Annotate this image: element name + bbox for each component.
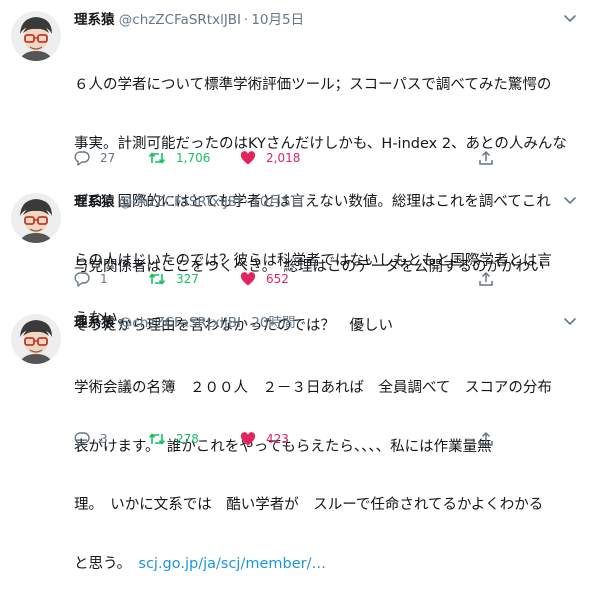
like-count: 2,018 [266, 151, 301, 165]
display-name[interactable]: 理系猿 [74, 12, 115, 28]
reply-count: 1 [100, 272, 108, 286]
reply-icon [74, 151, 90, 166]
like-count: 423 [266, 432, 289, 446]
tweet-3[interactable]: 理系猿 @chzZCFaSRtxlJBI · 20時間 学術会議の名簿 ２００人 ２… [0, 303, 591, 572]
share-icon [479, 271, 493, 286]
tweet-text-line: 学術会議の名簿 ２００人 ２－３日あれば 全員調べて スコアの分布 [74, 380, 552, 396]
avatar[interactable] [11, 314, 61, 364]
avatar[interactable] [11, 11, 61, 61]
reply-button[interactable]: 3 [74, 429, 108, 449]
reply-count: 27 [100, 151, 116, 165]
tweet-text-line: 理。 いかに文系では 酷い学者が スルーで任命されてるかよくわかる [74, 497, 544, 513]
reply-button[interactable]: 27 [74, 148, 115, 168]
display-name[interactable]: 理系猿 [74, 315, 115, 331]
tweet-text-line: と思う。 [74, 555, 139, 572]
like-button[interactable]: 652 [240, 269, 289, 289]
retweet-button[interactable]: 1,706 [148, 148, 210, 168]
tweet-header: 理系猿 @chzZCFaSRtxlJBI · 20時間 [74, 314, 296, 332]
tweet-2[interactable]: 理系猿 @chzZCFaSRtxlJBI · 10月5日 与党関係者はここをつくべき… [0, 182, 591, 334]
tweet-text-line: ６人の学者について標準学術評価ツール；スコーパスで調べてみた驚愕の [74, 77, 552, 93]
retweet-icon [148, 433, 166, 445]
retweet-button[interactable]: 278 [148, 429, 199, 449]
retweet-icon [148, 152, 166, 164]
separator-dot: · [244, 315, 249, 331]
tweet-actions: 27 1,706 2,018 [74, 148, 574, 168]
avatar-icon [11, 193, 61, 243]
separator-dot: · [244, 12, 249, 28]
caret-down-icon[interactable] [563, 14, 577, 24]
heart-icon [240, 151, 256, 165]
timestamp[interactable]: 10月5日 [251, 12, 304, 28]
caret-down-icon[interactable] [563, 317, 577, 327]
tweet-header: 理系猿 @chzZCFaSRtxlJBI · 10月5日 [74, 11, 304, 29]
reply-icon [74, 272, 90, 287]
avatar[interactable] [11, 193, 61, 243]
reply-count: 3 [100, 432, 108, 446]
display-name[interactable]: 理系猿 [74, 194, 115, 210]
retweet-button[interactable]: 327 [148, 269, 199, 289]
user-handle[interactable]: @chzZCFaSRtxlJBI [119, 315, 241, 331]
tweet-actions: 3 278 423 [74, 429, 574, 449]
reply-icon [74, 432, 90, 447]
share-button[interactable] [478, 429, 494, 449]
retweet-count: 327 [176, 272, 199, 286]
share-icon [479, 431, 493, 446]
tweet-1[interactable]: 理系猿 @chzZCFaSRtxlJBI · 10月5日 ６人の学者について標準学術… [0, 0, 591, 327]
share-button[interactable] [478, 148, 494, 168]
avatar-icon [11, 11, 61, 61]
tweet-header: 理系猿 @chzZCFaSRtxlJBI · 10月5日 [74, 193, 304, 211]
like-button[interactable]: 423 [240, 429, 289, 449]
user-handle[interactable]: @chzZCFaSRtxlJBI [119, 194, 241, 210]
separator-dot: · [244, 194, 249, 210]
user-handle[interactable]: @chzZCFaSRtxlJBI [119, 12, 241, 28]
like-count: 652 [266, 272, 289, 286]
like-button[interactable]: 2,018 [240, 148, 300, 168]
heart-icon [240, 432, 256, 446]
share-icon [479, 150, 493, 165]
timestamp[interactable]: 20時間 [251, 315, 295, 331]
caret-down-icon[interactable] [563, 196, 577, 206]
retweet-icon [148, 273, 166, 285]
heart-icon [240, 272, 256, 286]
retweet-count: 278 [176, 432, 199, 446]
tweet-text: 学術会議の名簿 ２００人 ２－３日あれば 全員調べて スコアの分布 表がけます。… [74, 340, 579, 613]
retweet-count: 1,706 [176, 151, 211, 165]
share-button[interactable] [478, 269, 494, 289]
reply-button[interactable]: 1 [74, 269, 108, 289]
tweet-text-line: と思う。 scj.go.jp/ja/scj/member/… [74, 555, 579, 575]
timestamp[interactable]: 10月5日 [251, 194, 304, 210]
tweet-link[interactable]: scj.go.jp/ja/scj/member/… [138, 556, 326, 572]
tweet-actions: 1 327 652 [74, 269, 574, 289]
avatar-icon [11, 314, 61, 364]
